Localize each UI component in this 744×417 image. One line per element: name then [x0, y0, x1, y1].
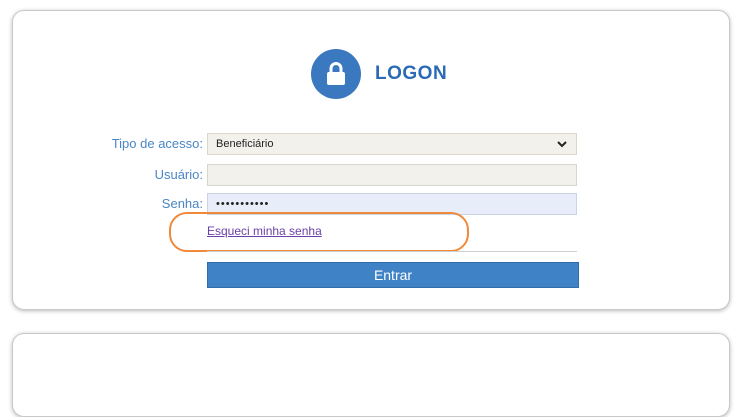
secondary-card [12, 333, 730, 417]
password-label: Senha: [161, 196, 203, 211]
access-type-row: Tipo de acesso: Beneficiário [13, 133, 731, 157]
logon-card: LOGON Tipo de acesso: Beneficiário Usuár… [12, 10, 730, 310]
forgot-password-highlight [169, 212, 469, 252]
lock-icon [311, 49, 361, 99]
page-title: LOGON [375, 63, 448, 84]
access-type-select[interactable]: Beneficiário [207, 133, 577, 155]
logon-header: LOGON [311, 49, 447, 99]
user-row: Usuário: [13, 164, 731, 188]
user-label: Usuário: [154, 167, 203, 182]
access-type-label: Tipo de acesso: [111, 136, 203, 151]
user-input[interactable] [207, 164, 577, 186]
divider [207, 251, 577, 252]
chevron-down-icon [557, 141, 567, 148]
access-type-value: Beneficiário [216, 138, 274, 150]
submit-button[interactable]: Entrar [207, 262, 579, 288]
